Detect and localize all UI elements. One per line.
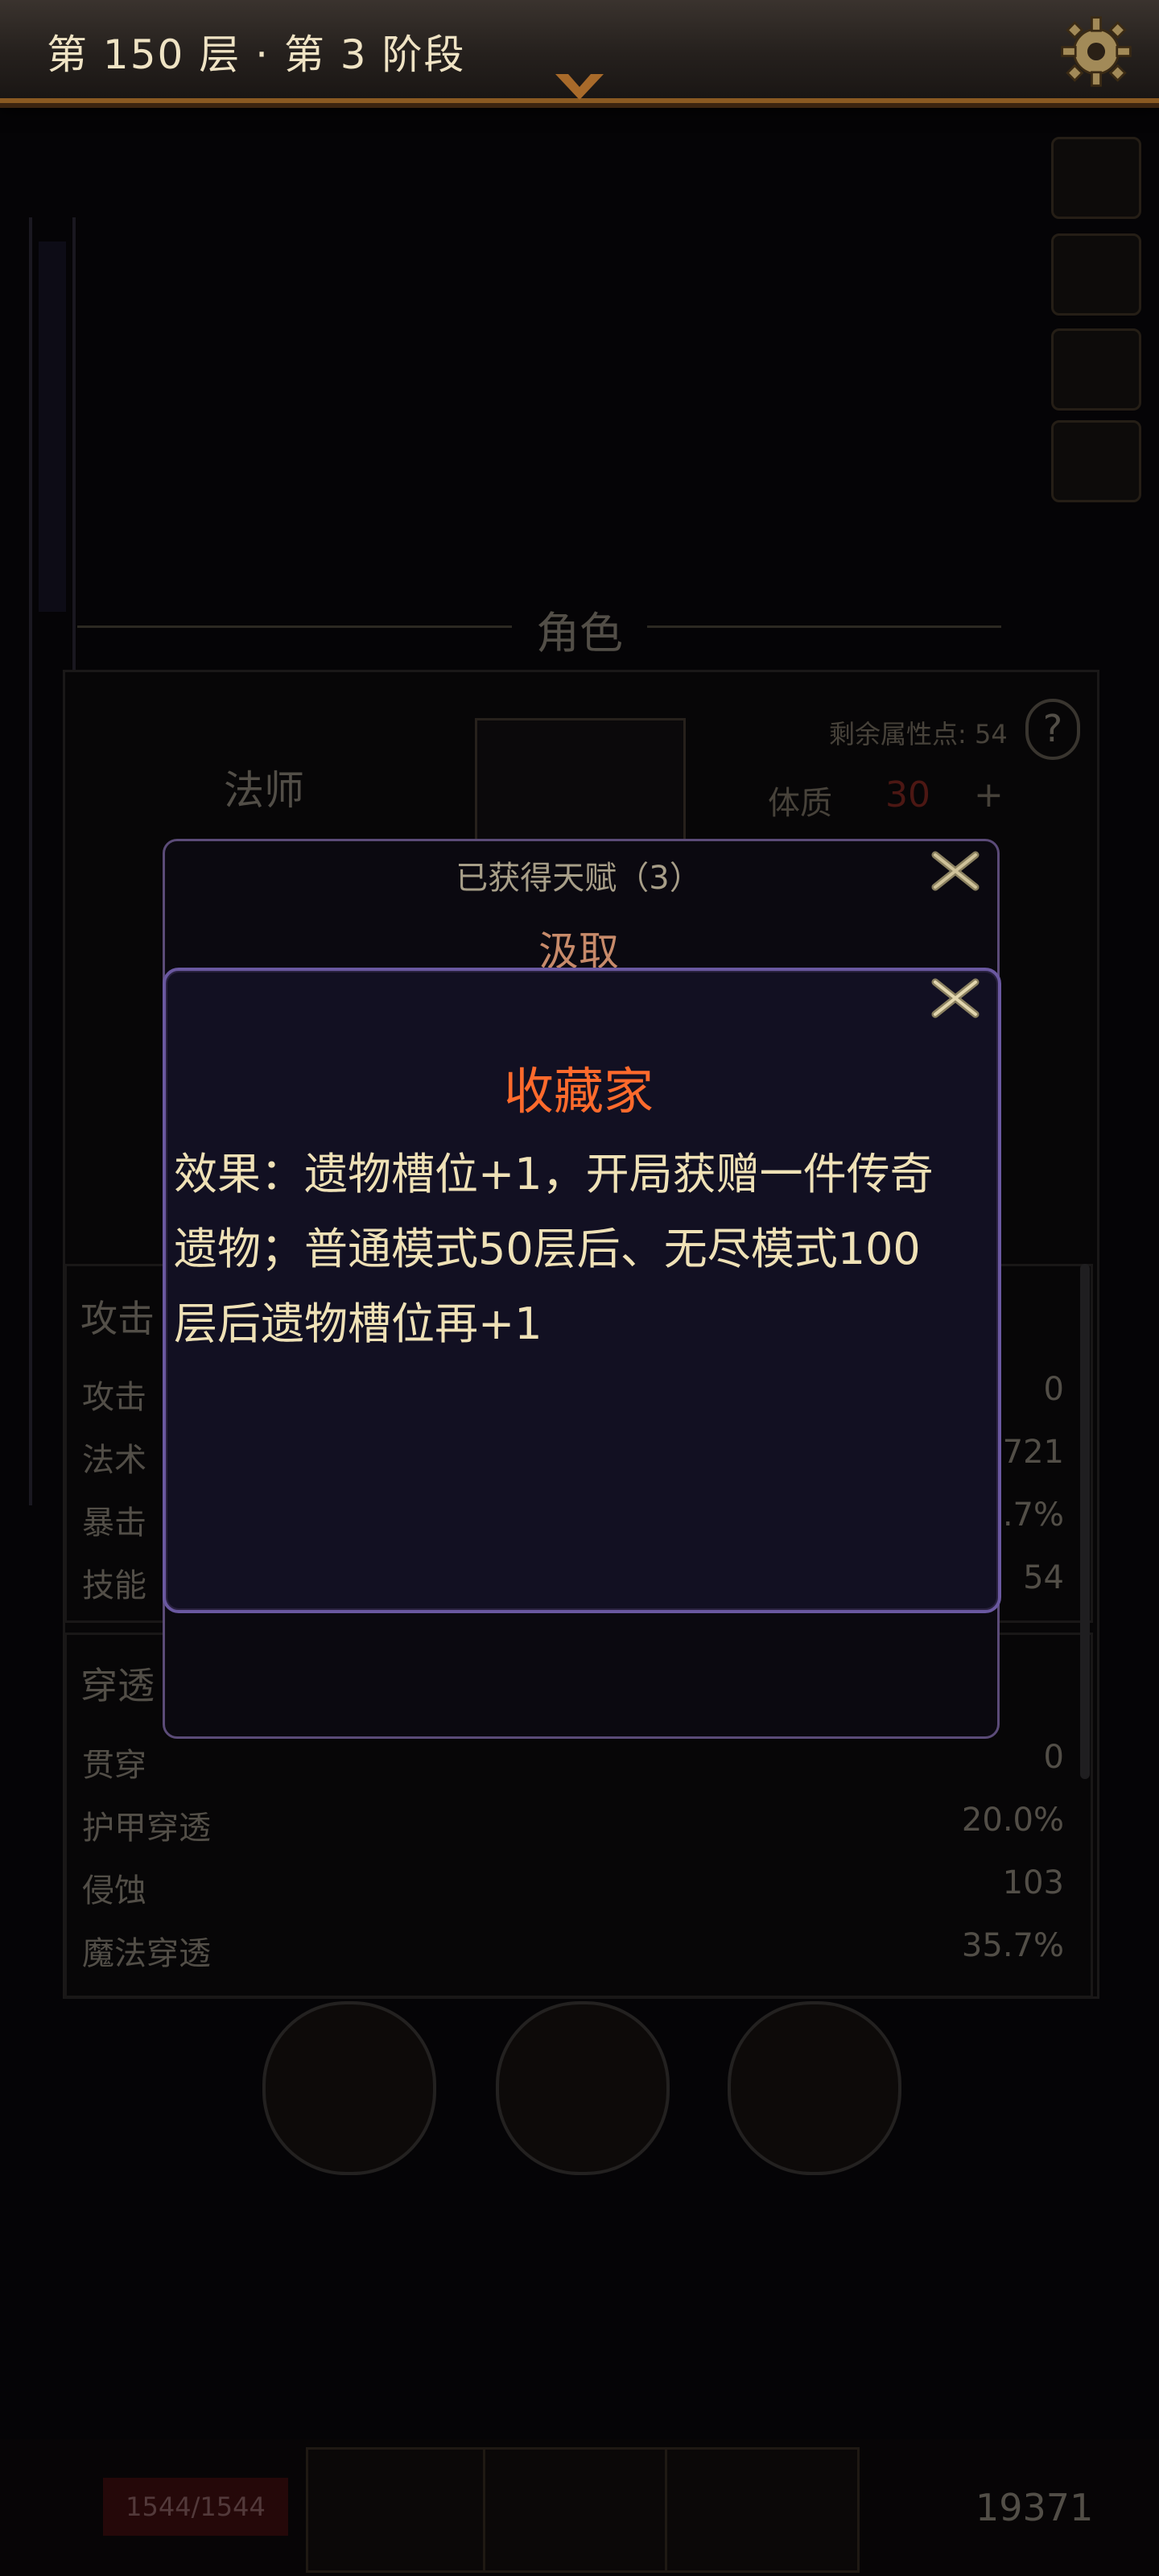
talent-description-line: 遗物；普通模式50层后、无尽模式100 [174, 1224, 921, 1274]
stats-scrollbar[interactable] [1080, 1264, 1090, 1779]
stat-label: 魔法穿透 [82, 1935, 211, 1972]
close-icon[interactable] [926, 847, 985, 895]
help-button[interactable]: ? [1025, 699, 1080, 760]
bottom-slot-castle[interactable] [483, 2447, 678, 2573]
stat-label: 法术 [82, 1442, 146, 1479]
stat-value: 54 [1023, 1559, 1064, 1596]
stat-value: 0 [1043, 1371, 1064, 1408]
stat-value: 35.7% [961, 1927, 1064, 1964]
talent-description-line: 效果：遗物槽位+1，开局获赠一件传奇 [174, 1149, 934, 1199]
stat-value: 20.0% [961, 1802, 1064, 1839]
talent-description: 效果：遗物槽位+1，开局获赠一件传奇 遗物；普通模式50层后、无尽模式100 层… [174, 1137, 987, 1361]
stat-value: 721 [1002, 1434, 1064, 1471]
character-panel-title: 角色 [536, 608, 623, 658]
stat-value: 103 [1002, 1864, 1064, 1901]
penetration-section-title: 穿透 [80, 1664, 155, 1707]
class-name: 法师 [224, 767, 304, 814]
remaining-points: 剩余属性点: 54 [829, 719, 1008, 749]
hp-bar: 1544/1544 [103, 2478, 288, 2536]
skill-node-fire-1[interactable] [262, 2001, 436, 2175]
stat-label: 暴击 [82, 1505, 146, 1542]
talent-name: 收藏家 [503, 1062, 654, 1121]
skill-node-swords[interactable] [728, 2001, 901, 2175]
stat-label: 侵蚀 [82, 1872, 146, 1909]
side-button-map[interactable] [1051, 328, 1141, 411]
talents-window-title: 已获得天赋（3） [456, 860, 702, 897]
talent-description-line: 层后遗物槽位再+1 [174, 1298, 542, 1349]
side-button-avatar[interactable] [1051, 137, 1141, 219]
vitality-label: 体质 [768, 785, 832, 822]
stat-label: 攻击 [82, 1379, 146, 1416]
bottom-slot-book[interactable] [665, 2447, 860, 2573]
skill-node-fire-2[interactable] [496, 2001, 670, 2175]
stat-value: 0 [1043, 1739, 1064, 1776]
side-button-book[interactable] [1051, 420, 1141, 502]
vitality-plus-button[interactable]: + [974, 774, 1004, 815]
stat-label: 护甲穿透 [82, 1810, 211, 1847]
gold-amount: 19371 [975, 2486, 1094, 2529]
vitality-value: 30 [885, 774, 930, 815]
attack-section-title: 攻击 [80, 1297, 155, 1340]
bottom-slot-1[interactable] [306, 2447, 501, 2573]
stat-label: 技能 [82, 1567, 146, 1604]
stat-label: 贯穿 [82, 1747, 146, 1784]
close-icon[interactable] [926, 974, 985, 1022]
side-button-weapon[interactable] [1051, 233, 1141, 316]
